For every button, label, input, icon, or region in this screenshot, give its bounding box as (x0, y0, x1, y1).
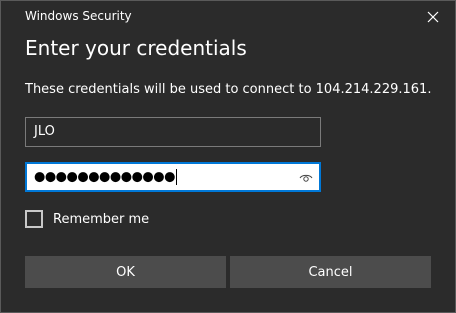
reveal-password-button[interactable] (299, 170, 313, 184)
remember-me-checkbox[interactable] (25, 210, 43, 228)
password-masked-value: ●●●●●●●●●●●●● (34, 169, 177, 185)
password-field[interactable]: ●●●●●●●●●●●●● (25, 162, 321, 192)
remember-me-label: Remember me (53, 211, 150, 227)
cancel-button[interactable]: Cancel (230, 256, 431, 288)
remember-me-row[interactable]: Remember me (25, 210, 149, 228)
username-field[interactable]: JLO (25, 117, 321, 147)
username-value: JLO (34, 124, 55, 139)
dialog-description: These credentials will be used to connec… (25, 82, 432, 97)
text-caret (175, 169, 177, 185)
close-button[interactable] (421, 5, 445, 29)
ok-button[interactable]: OK (25, 256, 226, 288)
eye-icon (299, 174, 313, 182)
window-title: Windows Security (25, 9, 132, 23)
credentials-dialog: Windows Security Enter your credentials … (0, 0, 456, 313)
dialog-heading: Enter your credentials (25, 36, 247, 60)
close-icon (427, 11, 439, 23)
